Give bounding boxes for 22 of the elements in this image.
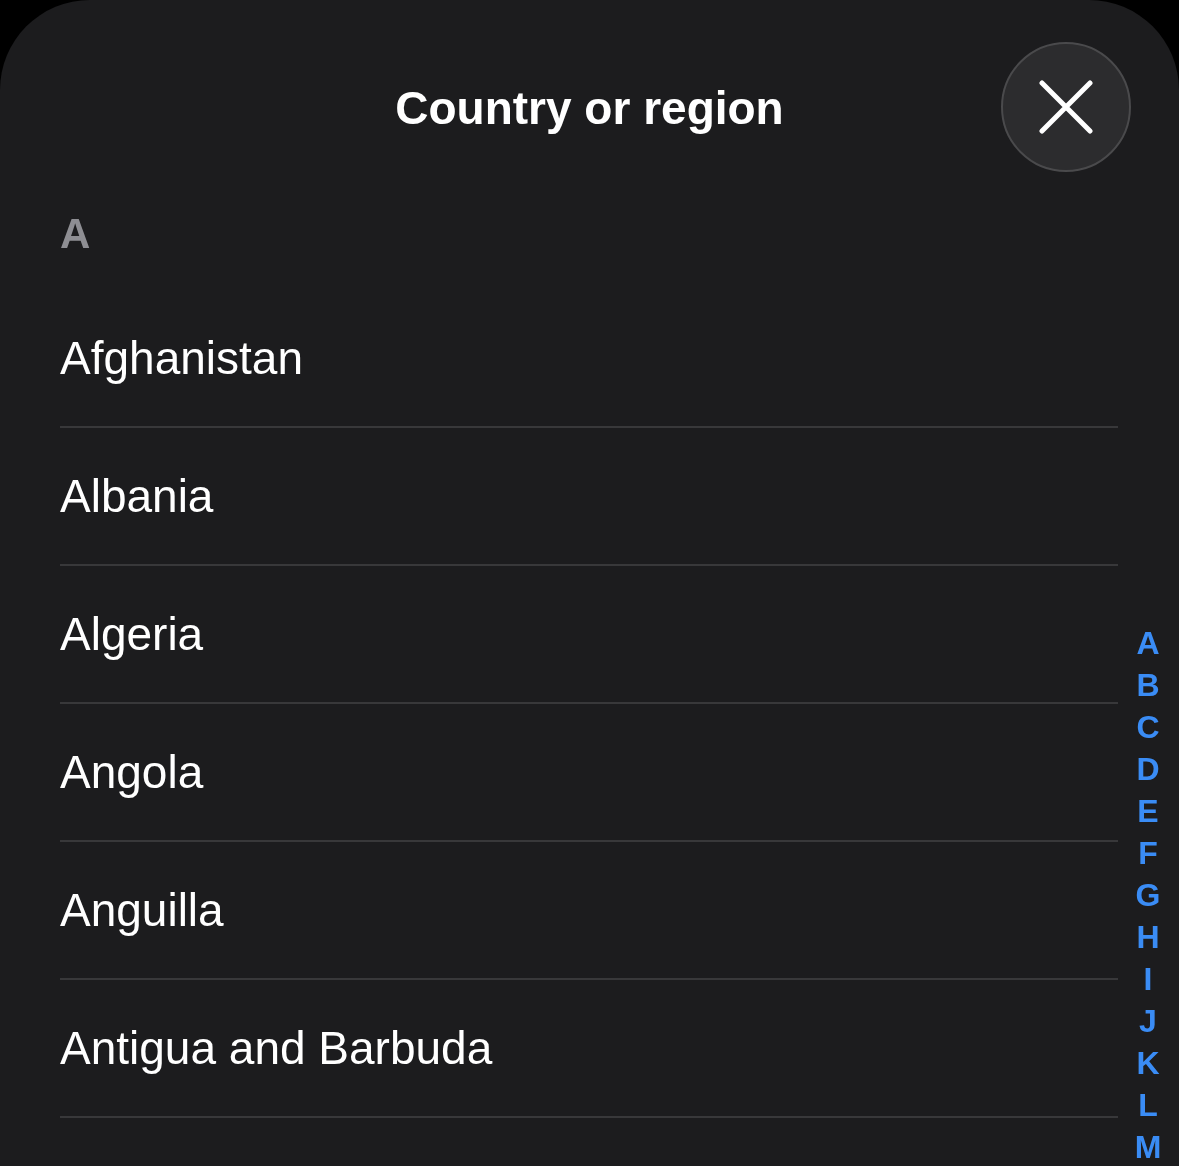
index-letter[interactable]: K [1136, 1042, 1160, 1084]
sheet-title: Country or region [395, 80, 784, 136]
index-letter[interactable]: J [1139, 1000, 1157, 1042]
index-letter[interactable]: A [1136, 622, 1160, 664]
index-letter[interactable]: E [1137, 790, 1159, 832]
close-icon [1039, 80, 1093, 134]
index-letter[interactable]: D [1136, 748, 1160, 790]
country-row[interactable]: Albania [60, 428, 1118, 566]
index-letter[interactable]: C [1136, 706, 1160, 748]
index-letter[interactable]: B [1136, 664, 1160, 706]
index-letter[interactable]: F [1138, 832, 1158, 874]
index-letter[interactable]: G [1135, 874, 1161, 916]
section-header: A [60, 214, 91, 254]
index-letter[interactable]: M [1134, 1126, 1162, 1166]
country-row[interactable]: Algeria [60, 566, 1118, 704]
country-row[interactable]: Antigua and Barbuda [60, 980, 1118, 1118]
index-letter[interactable]: L [1138, 1084, 1158, 1126]
country-row[interactable]: Afghanistan [60, 290, 1118, 428]
country-row[interactable]: Anguilla [60, 842, 1118, 980]
country-row[interactable]: Angola [60, 704, 1118, 842]
index-letter[interactable]: H [1136, 916, 1160, 958]
index-letter[interactable]: I [1143, 958, 1153, 1000]
